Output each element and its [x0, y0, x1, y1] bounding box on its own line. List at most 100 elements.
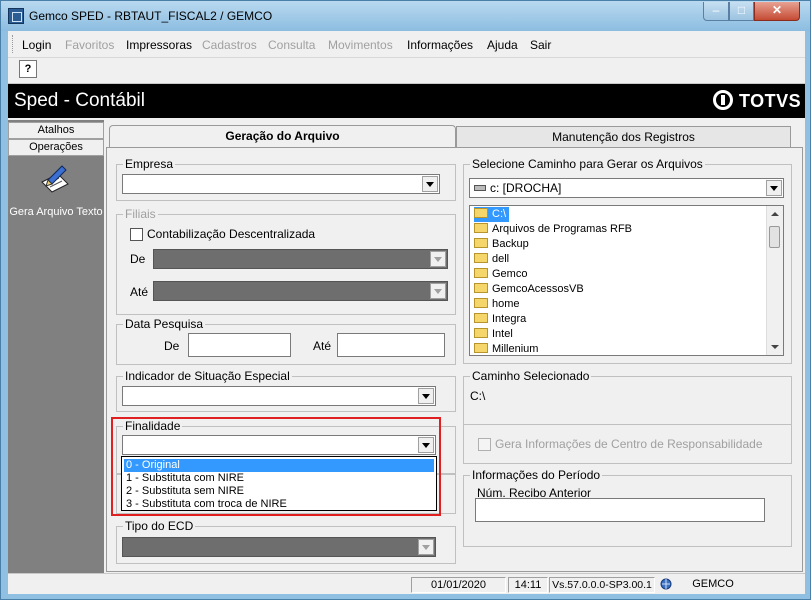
centro-resp-checkbox[interactable]: [478, 438, 491, 451]
module-title: Sped - Contábil: [14, 90, 145, 111]
app-window: Gemco SPED - RBTAUT_FISCAL2 / GEMCO – □ …: [0, 0, 811, 600]
minimize-button[interactable]: –: [703, 2, 729, 21]
menu-impressoras[interactable]: Impressoras: [126, 38, 192, 52]
folder-item[interactable]: Gemco: [474, 267, 527, 282]
status-user: GEMCO: [692, 578, 734, 590]
module-header: Sped - Contábil TOTVS: [8, 84, 805, 118]
filiais-ate-combo[interactable]: [153, 281, 448, 301]
window-title: Gemco SPED - RBTAUT_FISCAL2 / GEMCO: [29, 9, 273, 23]
help-button[interactable]: ?: [19, 60, 37, 78]
folder-icon: [474, 208, 488, 218]
tipo-ecd-label: Tipo do ECD: [123, 519, 196, 533]
filiais-ate-label: Até: [130, 285, 149, 299]
folder-item-label: Integra: [492, 313, 527, 325]
centro-resp-label: Gera Informações de Centro de Responsabi…: [495, 437, 763, 451]
folder-item-label: C:\: [492, 208, 507, 220]
menu-login[interactable]: Login: [22, 38, 51, 52]
folder-item-label: home: [492, 298, 520, 310]
status-time: 14:11: [508, 577, 548, 593]
tab-manutencao-registros[interactable]: Manutenção dos Registros: [456, 126, 791, 148]
scroll-down-icon[interactable]: [767, 339, 783, 355]
folder-item[interactable]: home: [474, 297, 520, 312]
help-icon: ?: [24, 63, 32, 75]
folder-icon: [474, 343, 488, 353]
folder-item[interactable]: dell: [474, 252, 509, 267]
drive-combo[interactable]: c: [DROCHA]: [469, 178, 784, 198]
folder-item-label: Intel: [492, 328, 513, 340]
filiais-ate-chevron-down-icon[interactable]: [430, 283, 446, 299]
folder-item-label: Millenium: [492, 343, 539, 355]
menu-sair[interactable]: Sair: [530, 38, 551, 52]
scroll-up-icon[interactable]: [767, 206, 783, 222]
menu-grip[interactable]: [12, 35, 16, 53]
filiais-de-chevron-down-icon[interactable]: [430, 251, 446, 267]
maximize-button[interactable]: □: [729, 2, 754, 21]
data-ate-input[interactable]: [337, 333, 445, 357]
indicador-combo[interactable]: [122, 386, 436, 406]
folder-item[interactable]: Arquivos de Programas RFB: [474, 222, 632, 237]
folder-item[interactable]: GemcoAcessosVB: [474, 282, 584, 297]
caminho-selecionado-label: Caminho Selecionado: [470, 369, 592, 383]
maximize-icon: □: [737, 3, 746, 17]
menu-favoritos[interactable]: Favoritos: [65, 38, 114, 52]
folder-item[interactable]: Backup: [474, 237, 529, 252]
folder-icon: [474, 223, 488, 233]
folder-icon: [474, 253, 488, 263]
status-version: Vs.57.0.0.0-SP3.00.1: [549, 577, 655, 593]
folder-item-label: Backup: [492, 238, 529, 250]
close-icon: ✕: [771, 3, 783, 17]
contabilizacao-descentralizada-checkbox[interactable]: [130, 228, 143, 241]
caminho-label: Selecione Caminho para Gerar os Arquivos: [470, 157, 705, 171]
indicador-label: Indicador de Situação Especial: [123, 369, 292, 383]
scroll-thumb[interactable]: [769, 226, 780, 248]
menu-movimentos[interactable]: Movimentos: [328, 38, 393, 52]
tipo-ecd-chevron-down-icon[interactable]: [418, 539, 434, 555]
tipo-ecd-combo[interactable]: [122, 537, 436, 557]
folder-item[interactable]: C:\: [474, 207, 510, 222]
menu-informacoes[interactable]: Informações: [407, 38, 473, 52]
indicador-chevron-down-icon[interactable]: [418, 388, 434, 404]
annotation-highlight-box: [111, 417, 441, 516]
menu-consulta[interactable]: Consulta: [268, 38, 315, 52]
folder-item[interactable]: Millenium: [474, 342, 539, 355]
drive-value: c: [DROCHA]: [490, 181, 562, 195]
recibo-anterior-input[interactable]: [475, 498, 765, 522]
network-icon: [660, 578, 672, 590]
folder-list-scrollbar[interactable]: [766, 206, 783, 355]
gera-arquivo-shortcut[interactable]: Gera Arquivo Texto: [8, 206, 104, 219]
client-area: Login Favoritos Impressoras Cadastros Co…: [8, 31, 805, 594]
filiais-label: Filiais: [123, 207, 158, 221]
data-ate-label: Até: [313, 339, 332, 353]
drive-chevron-down-icon[interactable]: [766, 180, 782, 196]
folder-item[interactable]: Intel: [474, 327, 513, 342]
menu-bar: Login Favoritos Impressoras Cadastros Co…: [8, 31, 805, 58]
totvs-logo-icon: [713, 90, 733, 110]
empresa-combo[interactable]: [122, 174, 440, 194]
status-bar: 01/01/2020 14:11 Vs.57.0.0.0-SP3.00.1 GE…: [8, 573, 805, 594]
pen-paper-icon[interactable]: [38, 164, 70, 194]
folder-item-label: GemcoAcessosVB: [492, 283, 584, 295]
filiais-de-combo[interactable]: [153, 249, 448, 269]
folder-icon: [474, 283, 488, 293]
folder-icon: [474, 268, 488, 278]
folder-icon: [474, 238, 488, 248]
folder-list[interactable]: C:\ Arquivos de Programas RFB Backup del…: [469, 205, 784, 356]
data-de-input[interactable]: [188, 333, 291, 357]
caminho-selecionado-value: C:\: [470, 389, 486, 403]
filiais-de-label: De: [130, 252, 146, 266]
menu-cadastros[interactable]: Cadastros: [202, 38, 257, 52]
menu-ajuda[interactable]: Ajuda: [487, 38, 518, 52]
close-button[interactable]: ✕: [754, 2, 800, 21]
minimize-icon: –: [712, 3, 720, 17]
title-bar[interactable]: Gemco SPED - RBTAUT_FISCAL2 / GEMCO – □ …: [1, 1, 810, 31]
app-icon[interactable]: [8, 8, 24, 24]
toolbar: ?: [8, 58, 805, 84]
tab-geracao-arquivo[interactable]: Geração do Arquivo: [109, 125, 456, 148]
empresa-chevron-down-icon[interactable]: [422, 176, 438, 192]
contabilizacao-descentralizada-label: Contabilização Descentralizada: [147, 227, 316, 241]
folder-item[interactable]: Integra: [474, 312, 526, 327]
sidebar-tab-operacoes[interactable]: Operações: [8, 139, 104, 156]
folder-item-label: Arquivos de Programas RFB: [492, 223, 632, 235]
folder-item-label: Gemco: [492, 268, 528, 280]
sidebar-tab-atalhos[interactable]: Atalhos: [8, 122, 104, 139]
